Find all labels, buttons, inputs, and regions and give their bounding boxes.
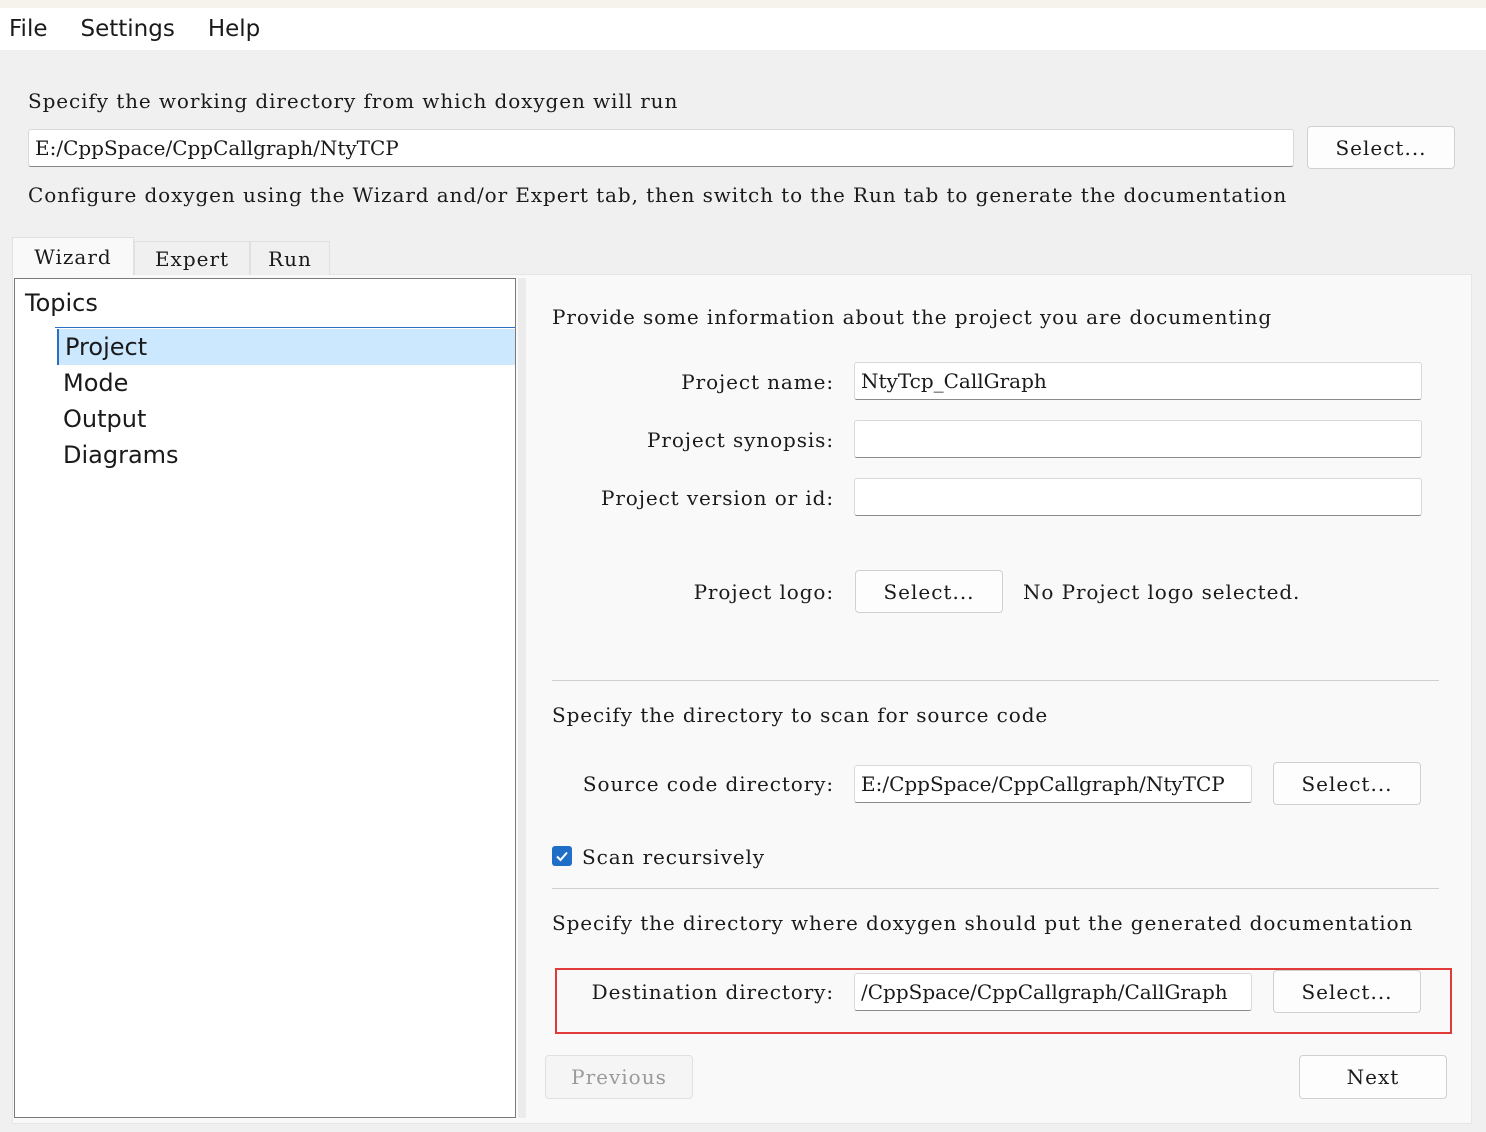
topic-output[interactable]: Output [57, 401, 515, 437]
tab-wizard[interactable]: Wizard [12, 237, 134, 275]
tab-run[interactable]: Run [250, 241, 330, 275]
topics-header-line [55, 327, 515, 328]
configure-hint: Configure doxygen using the Wizard and/o… [28, 183, 1288, 207]
scan-recursive-label[interactable]: Scan recursively [582, 845, 765, 869]
project-version-label: Project version or id: [600, 486, 834, 510]
topic-mode[interactable]: Mode [57, 365, 515, 401]
project-version-input[interactable] [854, 478, 1422, 516]
project-name-value: NtyTcp_CallGraph [861, 369, 1047, 393]
source-intro: Specify the directory to scan for source… [552, 703, 1049, 727]
menu-help[interactable]: Help [199, 16, 260, 42]
destination-dir-select-button[interactable]: Select... [1273, 970, 1421, 1013]
project-synopsis-input[interactable] [854, 420, 1422, 458]
project-name-label: Project name: [681, 370, 834, 394]
project-logo-status: No Project logo selected. [1023, 580, 1301, 604]
menu-settings[interactable]: Settings [72, 16, 175, 42]
window-top-strip [0, 0, 1486, 8]
topics-title: Topics [25, 289, 98, 317]
topic-diagrams[interactable]: Diagrams [57, 437, 515, 473]
previous-button[interactable]: Previous [545, 1055, 693, 1099]
next-button[interactable]: Next [1299, 1055, 1447, 1099]
divider-1 [552, 680, 1439, 681]
destination-dir-input[interactable]: /CppSpace/CppCallgraph/CallGraph [854, 973, 1252, 1011]
tab-expert[interactable]: Expert [134, 241, 250, 275]
topics-tree: Topics Project Mode Output Diagrams [14, 278, 516, 1118]
destination-intro: Specify the directory where doxygen shou… [552, 911, 1414, 935]
scan-recursive-checkbox[interactable] [552, 846, 572, 866]
source-dir-input[interactable]: E:/CppSpace/CppCallgraph/NtyTCP [854, 765, 1252, 803]
working-dir-label: Specify the working directory from which… [28, 89, 679, 113]
project-logo-select-button[interactable]: Select... [855, 570, 1003, 613]
destination-dir-label: Destination directory: [591, 980, 834, 1004]
project-name-input[interactable]: NtyTcp_CallGraph [854, 362, 1422, 400]
source-dir-value: E:/CppSpace/CppCallgraph/NtyTCP [861, 772, 1225, 796]
menu-file[interactable]: File [0, 16, 48, 42]
source-dir-select-button[interactable]: Select... [1273, 762, 1421, 805]
project-logo-label: Project logo: [693, 580, 834, 604]
working-dir-input[interactable]: E:/CppSpace/CppCallgraph/NtyTCP [28, 129, 1294, 167]
project-intro: Provide some information about the proje… [552, 305, 1273, 329]
source-dir-label: Source code directory: [582, 772, 834, 796]
working-dir-value: E:/CppSpace/CppCallgraph/NtyTCP [35, 136, 399, 160]
working-dir-select-button[interactable]: Select... [1307, 126, 1455, 169]
splitter[interactable] [518, 278, 526, 1118]
destination-dir-value: /CppSpace/CppCallgraph/CallGraph [861, 980, 1228, 1004]
project-synopsis-label: Project synopsis: [647, 428, 834, 452]
menubar: File Settings Help [0, 8, 1486, 50]
checkmark-icon [556, 851, 568, 862]
topic-project[interactable]: Project [57, 329, 515, 365]
divider-2 [552, 888, 1439, 889]
